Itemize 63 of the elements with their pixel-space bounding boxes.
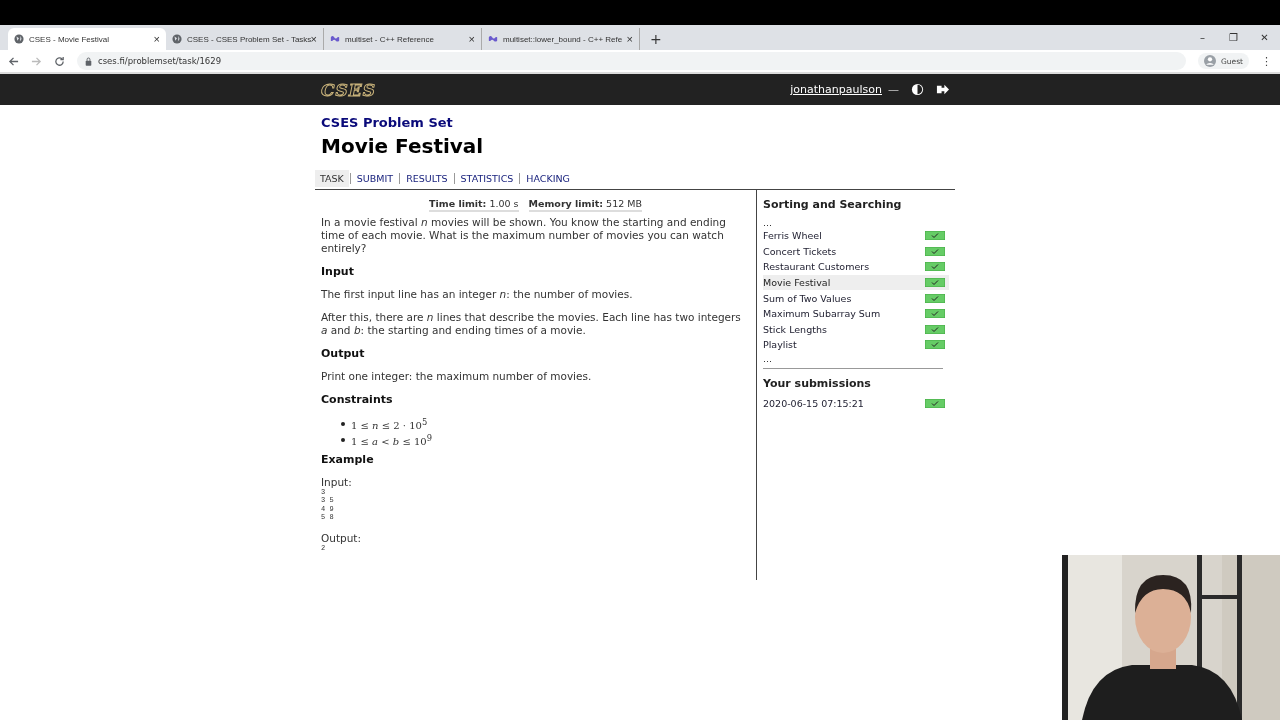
paragraph: Print one integer: the maximum number of movies.	[321, 370, 593, 383]
bullet-icon	[341, 438, 345, 443]
globe-icon	[14, 34, 24, 44]
back-icon[interactable]	[8, 55, 19, 67]
url-field[interactable]: cses.fi/problemset/task/1629	[77, 52, 1186, 70]
close-icon[interactable]: ×	[626, 33, 633, 45]
close-icon[interactable]: ×	[310, 33, 317, 45]
limit-text: Memory limit: 512 MB	[528, 198, 642, 212]
example-label: Output:	[321, 531, 362, 544]
task-item[interactable]: Restaurant Customers	[763, 259, 949, 275]
nav-tab[interactable]: TASK	[315, 170, 349, 187]
limit-text: Time limit: 1.00 s	[429, 198, 519, 212]
browser-tab[interactable]: multiset - C++ Reference ×	[324, 28, 482, 50]
menu-button[interactable]: ⋮	[1261, 54, 1272, 68]
section-title[interactable]: CSES Problem Set	[315, 115, 955, 130]
contrast-icon[interactable]	[911, 83, 924, 96]
reload-icon[interactable]	[54, 55, 65, 67]
paragraph: In a movie festival n movies will be shown. You know the starting and ending time of each movie. What is the maximum number of movies you can watch entirely?	[321, 216, 727, 255]
new-tab-button[interactable]: +	[650, 31, 662, 47]
task-item[interactable]: Concert Tickets	[763, 243, 949, 260]
section-heading: Example	[321, 452, 375, 466]
section-heading: Constraints	[321, 393, 394, 406]
close-icon[interactable]: ×	[153, 33, 160, 45]
paragraph: After this, there are n lines that describe the movies. Each line has two integers a and b: the starting and ending times of a movie.	[321, 311, 742, 337]
task-item[interactable]: Movie Festival	[763, 274, 949, 291]
window-button[interactable]: ✕	[1249, 32, 1280, 43]
sidebar-title: Sorting and Searching	[763, 198, 903, 211]
squiggle-icon	[330, 34, 340, 44]
separator-dash: —	[888, 83, 899, 96]
task-item[interactable]: Sum of Two Values	[763, 290, 949, 306]
logout-icon[interactable]	[936, 83, 949, 96]
nav-tab[interactable]: HACKING	[521, 170, 575, 187]
task-item[interactable]: Maximum Subarray Sum	[763, 305, 949, 322]
lock-icon	[85, 56, 92, 66]
nav-tab[interactable]: RESULTS	[401, 170, 453, 187]
site-logo[interactable]: CSES	[321, 79, 377, 100]
ellipsis: ...	[763, 352, 774, 364]
example-label: Input:	[321, 475, 353, 488]
paragraph: The first input line has an integer n: the number of movies.	[321, 288, 634, 301]
task-item[interactable]: Ferris Wheel	[763, 228, 949, 244]
task-title: Movie Festival	[321, 134, 485, 158]
task-item[interactable]: Stick Lengths	[763, 321, 949, 338]
nav-tab[interactable]: SUBMIT	[351, 170, 399, 187]
window-button[interactable]: ❐	[1218, 32, 1249, 43]
ellipsis: ...	[763, 217, 774, 228]
browser-tab[interactable]: multiset::lower_bound - C++ Refe ×	[482, 28, 640, 50]
squiggle-icon	[488, 34, 498, 44]
username-link[interactable]: jonathanpaulson	[790, 83, 882, 96]
constraint-text: 1 ≤ n ≤ 2 · 10$^{5}$	[351, 416, 428, 433]
section-heading: Input	[321, 265, 355, 278]
profile-icon	[1203, 55, 1216, 67]
nav-tab[interactable]: STATISTICS	[455, 170, 519, 187]
sidebar-title: Your submissions	[763, 376, 872, 390]
browser-tab[interactable]: CSES - CSES Problem Set - Tasks×	[166, 28, 324, 50]
submission-link[interactable]: 2020-06-15 07:15:21	[763, 395, 949, 412]
close-icon[interactable]: ×	[468, 33, 475, 45]
browser-tab[interactable]: CSES - Movie Festival ×	[8, 28, 166, 50]
section-heading: Output	[321, 347, 366, 360]
bullet-icon	[341, 422, 345, 427]
globe-icon	[172, 34, 182, 44]
task-item[interactable]: Playlist	[763, 337, 949, 353]
constraint-text: 1 ≤ a < b ≤ 10$^{9}$	[351, 432, 432, 449]
window-button[interactable]: –	[1187, 32, 1218, 43]
